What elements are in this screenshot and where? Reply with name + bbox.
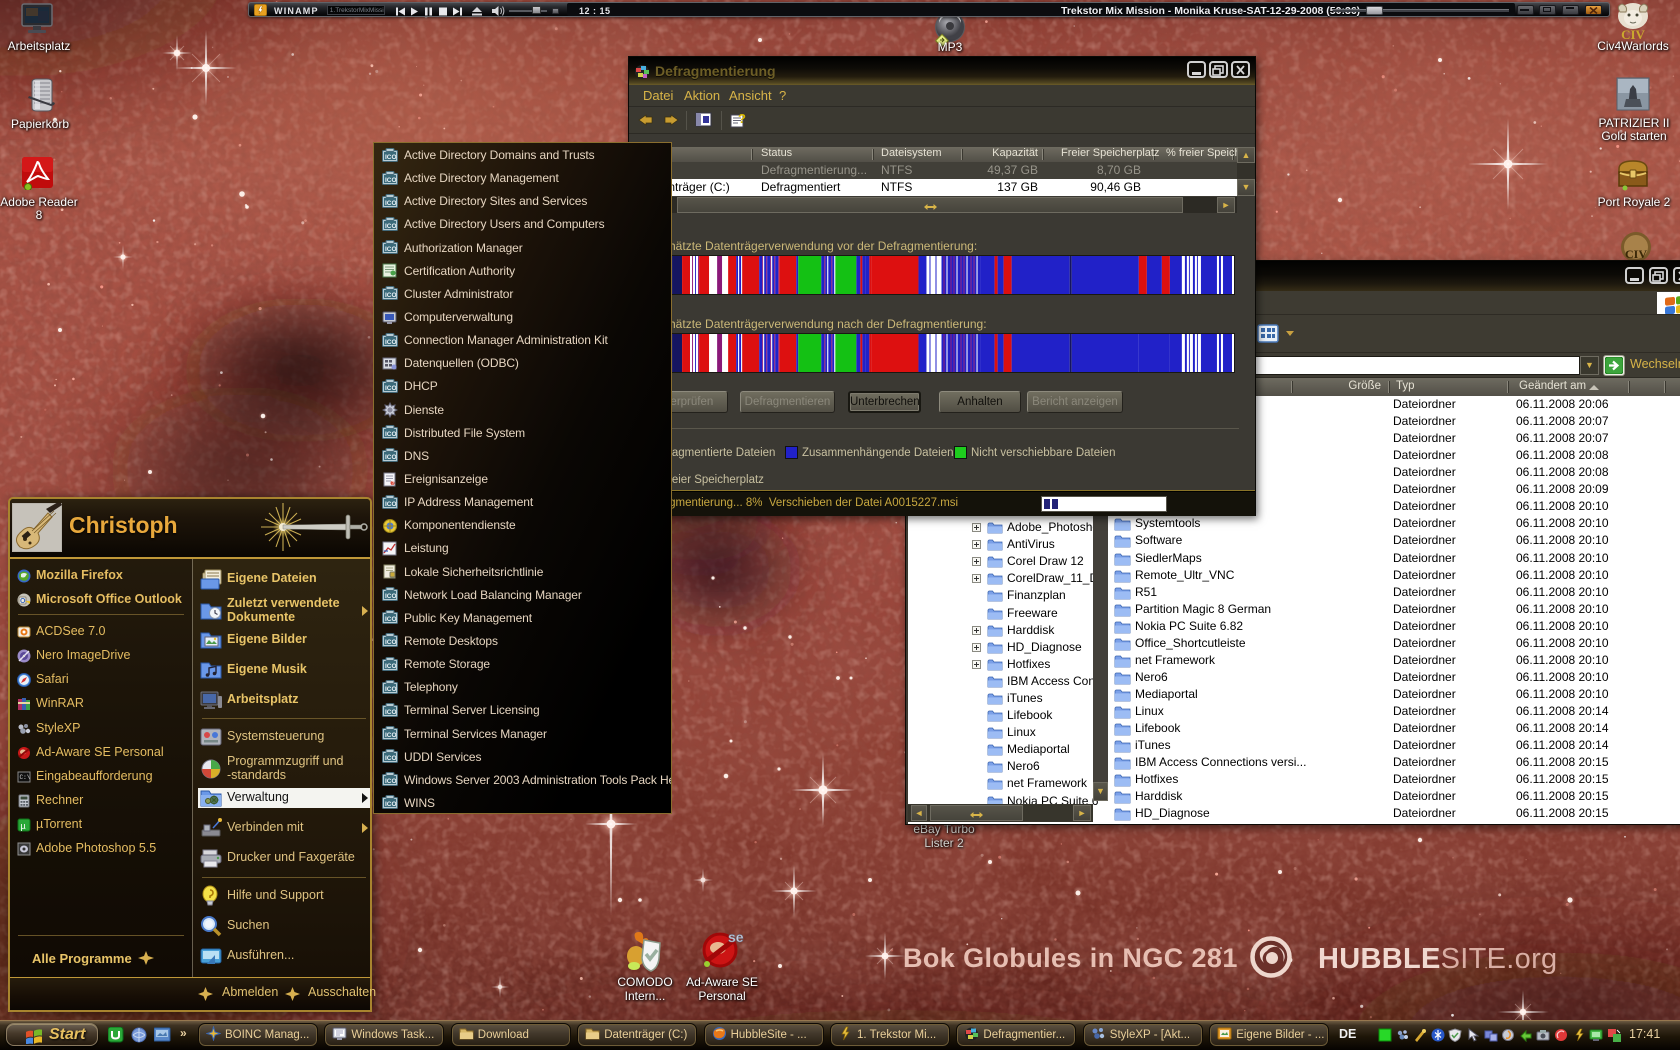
svg-text:µ: µ [21,821,26,831]
svg-text:se: se [728,929,744,945]
svg-text:HUBBLESITE.org: HUBBLESITE.org [1318,943,1557,975]
svg-text:ICO: ICO [385,246,397,253]
svg-text:ICO: ICO [385,686,397,693]
svg-text:ICO: ICO [385,177,397,184]
svg-text:ICO: ICO [385,801,397,808]
svg-text:C:\: C:\ [20,774,31,781]
svg-text:ICO: ICO [385,663,397,670]
svg-text:ICO: ICO [385,616,397,623]
svg-text:ICO: ICO [385,200,397,207]
svg-text:ICO: ICO [385,431,397,438]
svg-text:ICO: ICO [385,639,397,646]
svg-text:ICO: ICO [385,385,397,392]
svg-text:?: ? [738,111,746,126]
svg-text:ICO: ICO [385,593,397,600]
svg-text:ICO: ICO [385,154,397,161]
svg-text:ICO: ICO [385,755,397,762]
svg-text:O: O [20,598,26,605]
svg-text:ICO: ICO [385,709,397,716]
svg-text:Bok Globules in NGC 281: Bok Globules in NGC 281 [903,943,1238,973]
svg-text:ICO: ICO [385,732,397,739]
svg-text:?: ? [392,481,395,487]
svg-text:ICO: ICO [385,223,397,230]
svg-text:ICO: ICO [385,501,397,508]
svg-text:ICO: ICO [385,778,397,785]
svg-text:ICO: ICO [385,454,397,461]
svg-text:ICO: ICO [385,339,397,346]
svg-text:CIV: CIV [1625,247,1647,261]
svg-text:ICO: ICO [385,292,397,299]
